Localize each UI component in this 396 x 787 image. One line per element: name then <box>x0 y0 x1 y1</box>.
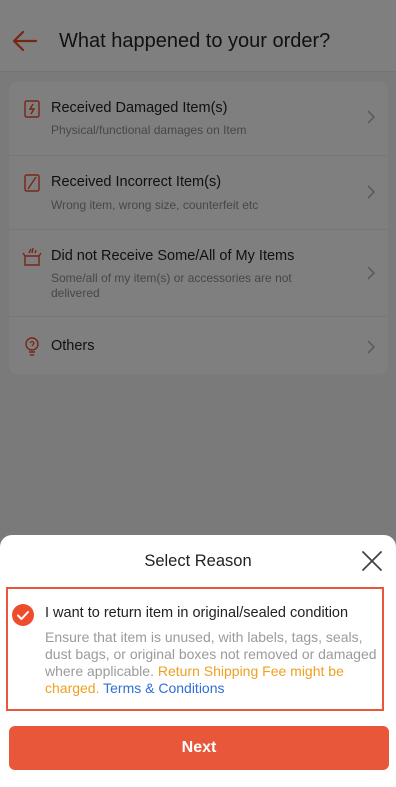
option-title: I want to return item in original/sealed… <box>45 605 349 621</box>
checkmark-icon <box>12 604 34 626</box>
option-description: Ensure that item is unused, with labels,… <box>45 629 377 697</box>
next-button[interactable]: Next <box>9 726 389 770</box>
return-option-selected[interactable]: I want to return item in original/sealed… <box>6 587 384 711</box>
terms-link[interactable]: Terms & Conditions <box>103 680 224 696</box>
close-icon[interactable] <box>360 549 384 573</box>
sheet-title: Select Reason <box>144 552 252 570</box>
select-reason-sheet: Select Reason I want to return item in o… <box>0 535 396 787</box>
